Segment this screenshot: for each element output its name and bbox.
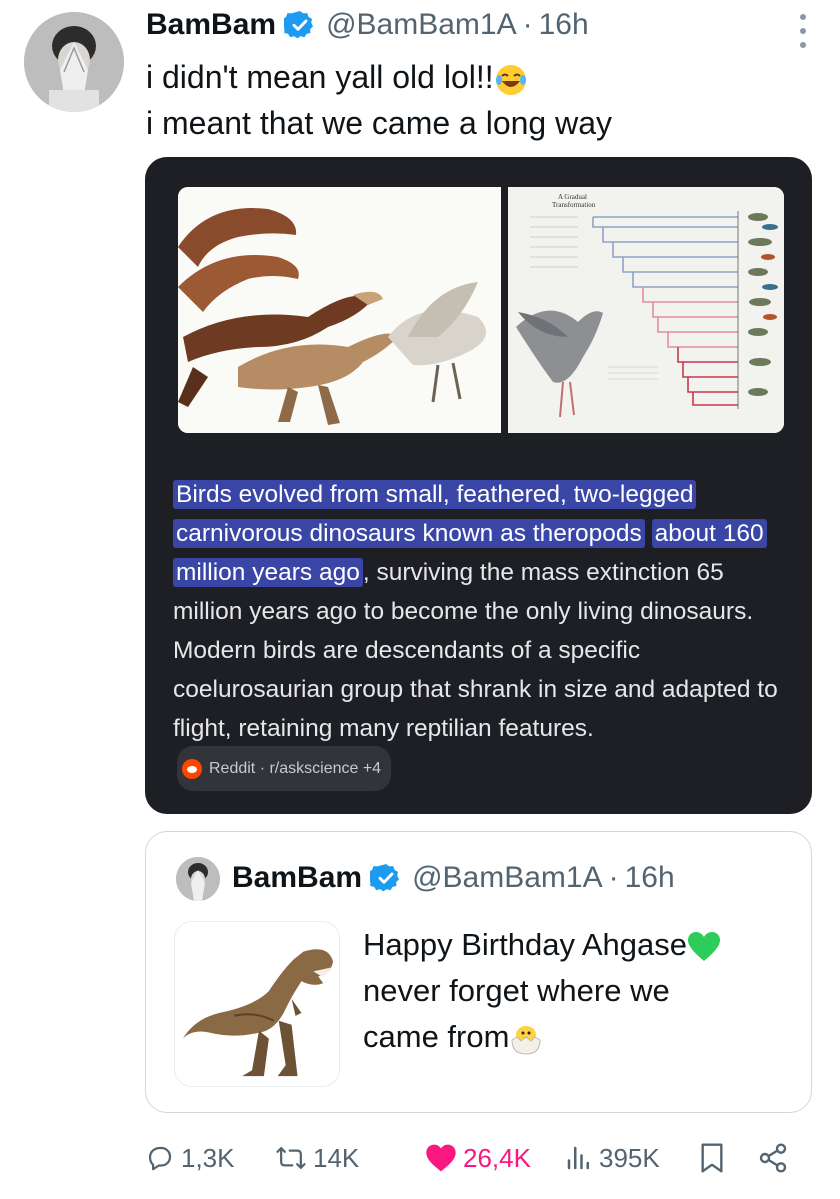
- ai-summary-text: Birds evolved from small, feathered, two…: [173, 475, 793, 793]
- quoted-tweet[interactable]: BamBam @BamBam1A · 16h Happy Birthday Ah…: [145, 831, 812, 1113]
- bookmark-icon: [701, 1143, 723, 1173]
- dinosaur-evolution-image[interactable]: [178, 187, 501, 433]
- tweet-text-line-2: i meant that we came a long way: [146, 105, 613, 141]
- quoted-tweet-time[interactable]: 16h: [625, 861, 675, 895]
- share-button[interactable]: [757, 1138, 795, 1178]
- quoted-text-line-3: came from: [363, 1019, 510, 1054]
- action-bar: 1,3K 14K 26,4K 395K: [145, 1138, 805, 1178]
- quoted-author-avatar[interactable]: [176, 857, 220, 901]
- more-options-icon[interactable]: [796, 14, 810, 48]
- author-handle[interactable]: @BamBam1A: [326, 8, 517, 42]
- bookmark-button[interactable]: [697, 1138, 733, 1178]
- verified-badge-icon: [370, 864, 400, 892]
- share-icon: [759, 1143, 787, 1173]
- quoted-author-handle[interactable]: @BamBam1A: [412, 861, 603, 895]
- green-heart-emoji-icon: [688, 931, 720, 961]
- media-attachment[interactable]: A Gradual Transformation Birds evolved f…: [145, 157, 812, 814]
- views-button[interactable]: 395K: [565, 1138, 660, 1178]
- laughing-face-emoji-icon: [495, 64, 526, 95]
- hatching-chick-emoji-icon: [511, 1025, 541, 1055]
- views-icon: [567, 1146, 589, 1170]
- tweet-text-line-1: i didn't mean yall old lol!!: [146, 59, 494, 95]
- quoted-author-name[interactable]: BamBam: [232, 861, 362, 895]
- separator-dot: ·: [608, 861, 619, 894]
- like-count: 26,4K: [463, 1142, 531, 1173]
- quoted-text-line-1: Happy Birthday Ahgase: [363, 927, 687, 962]
- reply-count: 1,3K: [181, 1142, 235, 1173]
- views-count: 395K: [599, 1142, 660, 1173]
- quoted-tweet-text: Happy Birthday Ahgase never forget where…: [363, 922, 721, 1060]
- separator-dot: ·: [522, 8, 533, 41]
- reply-button[interactable]: 1,3K: [145, 1138, 235, 1178]
- source-label: Reddit · r/askscience +4: [209, 760, 382, 777]
- tweet-text: i didn't mean yall old lol!! i meant tha…: [146, 54, 612, 146]
- svg-text:A Gradual: A Gradual: [558, 193, 587, 201]
- tweet-time[interactable]: 16h: [539, 8, 589, 42]
- svg-text:Transformation: Transformation: [552, 201, 596, 209]
- highlighted-text-2: carnivorous dinosaurs known as theropods: [173, 519, 645, 548]
- highlighted-text-1: Birds evolved from small, feathered, two…: [173, 480, 697, 509]
- quoted-text-line-2: never forget where we: [363, 973, 670, 1008]
- heart-icon: [426, 1144, 456, 1172]
- like-button[interactable]: 26,4K: [425, 1138, 531, 1178]
- author-name[interactable]: BamBam: [146, 8, 276, 42]
- quoted-tweet-header: BamBam @BamBam1A · 16h: [232, 861, 675, 895]
- tweet-header: BamBam @BamBam1A · 16h: [146, 8, 589, 42]
- t-rex-thumbnail[interactable]: [174, 921, 340, 1087]
- author-avatar[interactable]: [24, 12, 124, 112]
- retweet-icon: [276, 1147, 306, 1169]
- gradual-transformation-chart-image[interactable]: A Gradual Transformation: [508, 187, 784, 433]
- source-chip[interactable]: Reddit · r/askscience +4: [177, 746, 392, 791]
- reply-icon: [148, 1146, 172, 1171]
- verified-badge-icon: [284, 11, 314, 39]
- retweet-button[interactable]: 14K: [275, 1138, 359, 1178]
- reddit-icon: [182, 758, 202, 779]
- retweet-count: 14K: [313, 1142, 360, 1173]
